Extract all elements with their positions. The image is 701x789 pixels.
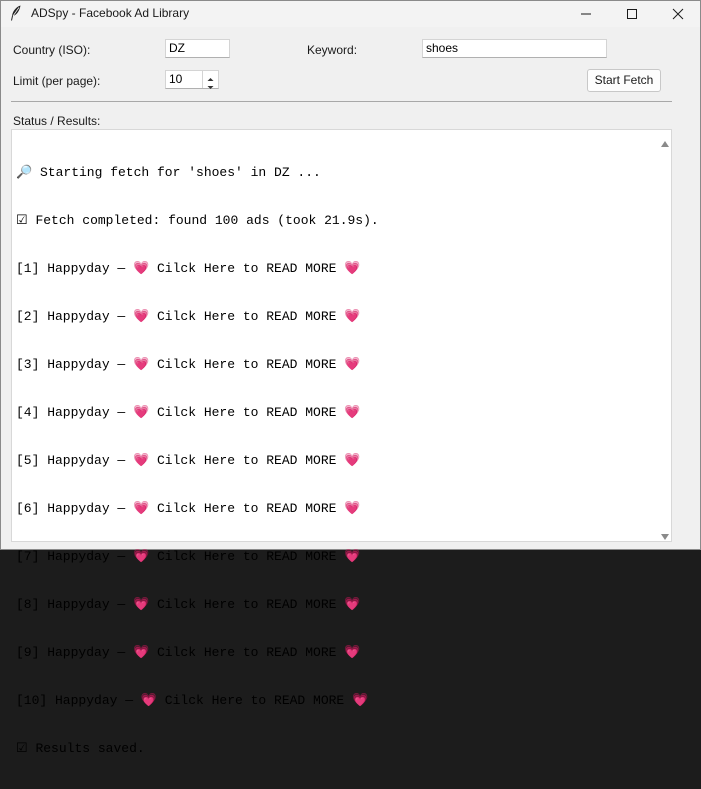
title-bar[interactable]: ADSpy - Facebook Ad Library [1, 1, 700, 27]
results-line: [3] Happyday — 💗 Cilck Here to READ MORE… [16, 357, 361, 372]
window-title: ADSpy - Facebook Ad Library [31, 6, 190, 20]
results-line: [2] Happyday — 💗 Cilck Here to READ MORE… [16, 309, 361, 324]
results-textbox[interactable]: 🔎 Starting fetch for 'shoes' in DZ ... ☑… [11, 129, 672, 756]
spin-up-button[interactable] [203, 71, 218, 81]
results-line: [8] Happyday — 💗 Cilck Here to READ MORE… [16, 597, 361, 612]
results-line: 🔎 Starting fetch for 'shoes' in DZ ... [16, 165, 321, 180]
results-label: Status / Results: [13, 114, 101, 128]
results-line: [6] Happyday — 💗 Cilck Here to READ MORE… [16, 501, 361, 516]
results-content[interactable]: 🔎 Starting fetch for 'shoes' in DZ ... ☑… [16, 133, 652, 789]
close-icon [672, 8, 684, 20]
feather-quill-icon [10, 5, 22, 21]
maximize-button[interactable] [609, 1, 655, 27]
spin-buttons [202, 71, 218, 89]
limit-label: Limit (per page): [13, 74, 101, 88]
minimize-button[interactable] [563, 1, 609, 27]
spin-down-button[interactable] [203, 80, 218, 89]
start-fetch-button[interactable]: Start Fetch [587, 69, 661, 92]
results-line: ☑ Fetch completed: found 100 ads (took 2… [16, 213, 379, 228]
country-label: Country (ISO): [13, 43, 91, 57]
scroll-up-arrow-icon[interactable] [660, 135, 670, 153]
keyword-input[interactable]: shoes [422, 39, 607, 58]
limit-spinbox[interactable]: 10 [165, 70, 219, 89]
close-button[interactable] [655, 1, 701, 27]
scroll-down-arrow-icon[interactable] [660, 528, 670, 546]
app-window: ADSpy - Facebook Ad Library Country (ISO… [0, 0, 701, 756]
results-line: ☑ Results saved. [16, 741, 145, 756]
maximize-icon [627, 9, 637, 19]
results-line: [5] Happyday — 💗 Cilck Here to READ MORE… [16, 453, 361, 468]
results-line: [10] Happyday — 💗 Cilck Here to READ MOR… [16, 693, 369, 708]
country-input[interactable]: DZ [165, 39, 230, 58]
results-line: [9] Happyday — 💗 Cilck Here to READ MORE… [16, 645, 361, 660]
chevron-down-icon [207, 86, 214, 89]
results-line: [4] Happyday — 💗 Cilck Here to READ MORE… [16, 405, 361, 420]
results-line: [1] Happyday — 💗 Cilck Here to READ MORE… [16, 261, 361, 276]
vertical-scrollbar[interactable] [658, 130, 672, 541]
limit-value[interactable]: 10 [166, 71, 182, 88]
results-line: [7] Happyday — 💗 Cilck Here to READ MORE… [16, 549, 361, 564]
minimize-icon [581, 13, 591, 15]
keyword-label: Keyword: [307, 43, 358, 57]
separator [11, 101, 672, 102]
